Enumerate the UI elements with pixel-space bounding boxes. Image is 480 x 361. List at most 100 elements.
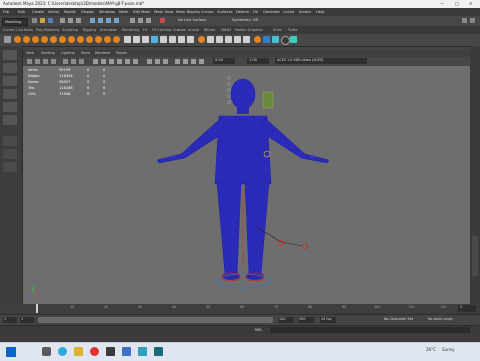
extrude-icon[interactable] <box>151 36 158 43</box>
opera-icon[interactable] <box>90 347 99 356</box>
snap-view-plane-icon[interactable] <box>114 18 119 23</box>
xray-joints-icon[interactable] <box>155 59 160 64</box>
menu-help[interactable]: Help <box>316 10 324 14</box>
curve-cv-icon[interactable] <box>86 36 93 43</box>
bookmarks-icon[interactable] <box>43 59 48 64</box>
render-settings-icon[interactable] <box>146 18 151 23</box>
hypershade-icon[interactable] <box>160 18 165 23</box>
xray-icon[interactable] <box>147 59 152 64</box>
menu-uv[interactable]: UV <box>253 10 258 14</box>
script-language-label[interactable]: MEL <box>255 328 262 332</box>
color-space-field[interactable]: ACES 1.0 SDR-video (ACES) <box>275 58 367 64</box>
menu-edit[interactable]: Edit <box>18 10 25 14</box>
trim-icon[interactable] <box>178 36 185 43</box>
maya-app-icon[interactable] <box>154 347 163 356</box>
select-tool-icon[interactable] <box>3 50 17 60</box>
range-end-field[interactable]: 120 <box>278 317 294 323</box>
nurbs-cube-icon[interactable] <box>23 36 30 43</box>
shelf-tab-motion-graphics[interactable]: Motion Graphics <box>235 28 263 32</box>
screen-space-ao-icon[interactable] <box>175 59 180 64</box>
character-wireframe[interactable] <box>23 66 470 304</box>
textured-icon[interactable] <box>117 59 122 64</box>
birail-icon[interactable] <box>160 36 167 43</box>
curve-ep-icon[interactable] <box>95 36 102 43</box>
fps-field[interactable]: 24 fps <box>320 317 336 323</box>
menu-modify[interactable]: Modify <box>64 10 76 14</box>
shelf-tab-curves[interactable]: Curves / Surfaces <box>3 28 33 32</box>
sculpt-icon[interactable] <box>198 36 205 43</box>
anti-aliasing-icon[interactable] <box>191 59 196 64</box>
end-frame-field[interactable]: 200 <box>298 317 314 323</box>
current-time-indicator[interactable] <box>36 304 38 313</box>
rebuild-icon[interactable] <box>243 36 250 43</box>
film-gate-icon[interactable] <box>71 59 76 64</box>
stitch-icon[interactable] <box>216 36 223 43</box>
offset-icon[interactable] <box>281 36 290 45</box>
motion-blur-icon[interactable] <box>183 59 188 64</box>
shelf-tab-fx[interactable]: FX <box>143 28 147 32</box>
outliner-layout-icon[interactable] <box>3 162 17 172</box>
bevel-plus-icon[interactable] <box>169 36 176 43</box>
menu-arnold[interactable]: Arnold <box>299 10 311 14</box>
shelf-tab-turtle[interactable]: Turtle <box>288 28 297 32</box>
menu-curves[interactable]: Curves <box>201 10 213 14</box>
camera-attributes-icon[interactable] <box>35 59 40 64</box>
open-scene-icon[interactable] <box>40 18 45 23</box>
shelf-tab-xgen[interactable]: XGen <box>273 28 282 32</box>
single-view-icon[interactable] <box>3 136 17 146</box>
current-frame-field[interactable]: 1 <box>458 305 476 312</box>
panel-menu-shading[interactable]: Shading <box>41 51 55 55</box>
time-slider[interactable]: 1 10 20 30 40 50 60 70 80 90 100 110 120… <box>0 304 480 314</box>
four-view-icon[interactable] <box>3 149 17 159</box>
insert-isoparm-icon[interactable] <box>254 36 261 43</box>
untrim-icon[interactable] <box>187 36 194 43</box>
rotate-tool-icon[interactable] <box>3 102 17 112</box>
detach-icon[interactable] <box>234 36 241 43</box>
paint-select-tool-icon[interactable] <box>3 76 17 86</box>
nurbs-circle-icon[interactable] <box>68 36 75 43</box>
workspace-icon[interactable] <box>470 18 475 23</box>
shelf-tab-fx-caching[interactable]: FX Caching <box>152 28 171 32</box>
shelf-tab-rendering[interactable]: Rendering <box>122 28 139 32</box>
intersect-icon[interactable] <box>272 36 279 43</box>
lasso-tool-icon[interactable] <box>3 63 17 73</box>
menu-display[interactable]: Display <box>81 10 94 14</box>
menu-mesh-display[interactable]: Mesh Display <box>176 10 200 14</box>
start-frame-field[interactable]: 1 <box>3 317 17 323</box>
smooth-shade-icon[interactable] <box>101 59 106 64</box>
nurbs-cylinder-icon[interactable] <box>32 36 39 43</box>
sign-in-icon[interactable] <box>462 18 467 23</box>
menu-select[interactable]: Select <box>48 10 59 14</box>
isolate-select-icon[interactable] <box>163 59 168 64</box>
file-explorer-icon[interactable] <box>74 347 83 356</box>
menu-mesh[interactable]: Mesh <box>119 10 128 14</box>
close-button[interactable]: ✕ <box>469 1 472 6</box>
menu-cache[interactable]: Cache <box>283 10 294 14</box>
windows-start-icon[interactable] <box>6 347 16 357</box>
wireframe-icon[interactable] <box>93 59 98 64</box>
menu-deform[interactable]: Deform <box>236 10 249 14</box>
nurbs-cone-icon[interactable] <box>41 36 48 43</box>
edge-browser-icon[interactable] <box>58 347 67 356</box>
attach-icon[interactable] <box>225 36 232 43</box>
shelf-tab-rigging[interactable]: Rigging <box>83 28 96 32</box>
pencil-curve-icon[interactable] <box>104 36 111 43</box>
gamma-field[interactable]: 1.00 <box>247 58 269 64</box>
scale-tool-icon[interactable] <box>3 115 17 125</box>
command-input[interactable] <box>270 327 470 333</box>
weather-temperature[interactable]: 26°C <box>426 347 436 352</box>
revolve-icon[interactable] <box>124 36 131 43</box>
shelf-tab-custom[interactable]: Custom <box>173 28 186 32</box>
menu-mesh-tools[interactable]: Mesh Tools <box>154 10 173 14</box>
shelf-tab-arnold[interactable]: Arnold <box>188 28 199 32</box>
menu-surfaces[interactable]: Surfaces <box>217 10 233 14</box>
menu-generate[interactable]: Generate <box>263 10 280 14</box>
render-icon[interactable] <box>130 18 135 23</box>
duplicate-surface-curve-icon[interactable] <box>290 36 297 43</box>
minimize-button[interactable]: — <box>440 1 444 6</box>
depth-of-field-icon[interactable] <box>199 59 204 64</box>
media-player-icon[interactable] <box>106 347 115 356</box>
range-start-field[interactable]: 1 <box>20 317 34 323</box>
grid-icon[interactable] <box>63 59 68 64</box>
mode-selector[interactable]: Modeling <box>2 18 28 26</box>
